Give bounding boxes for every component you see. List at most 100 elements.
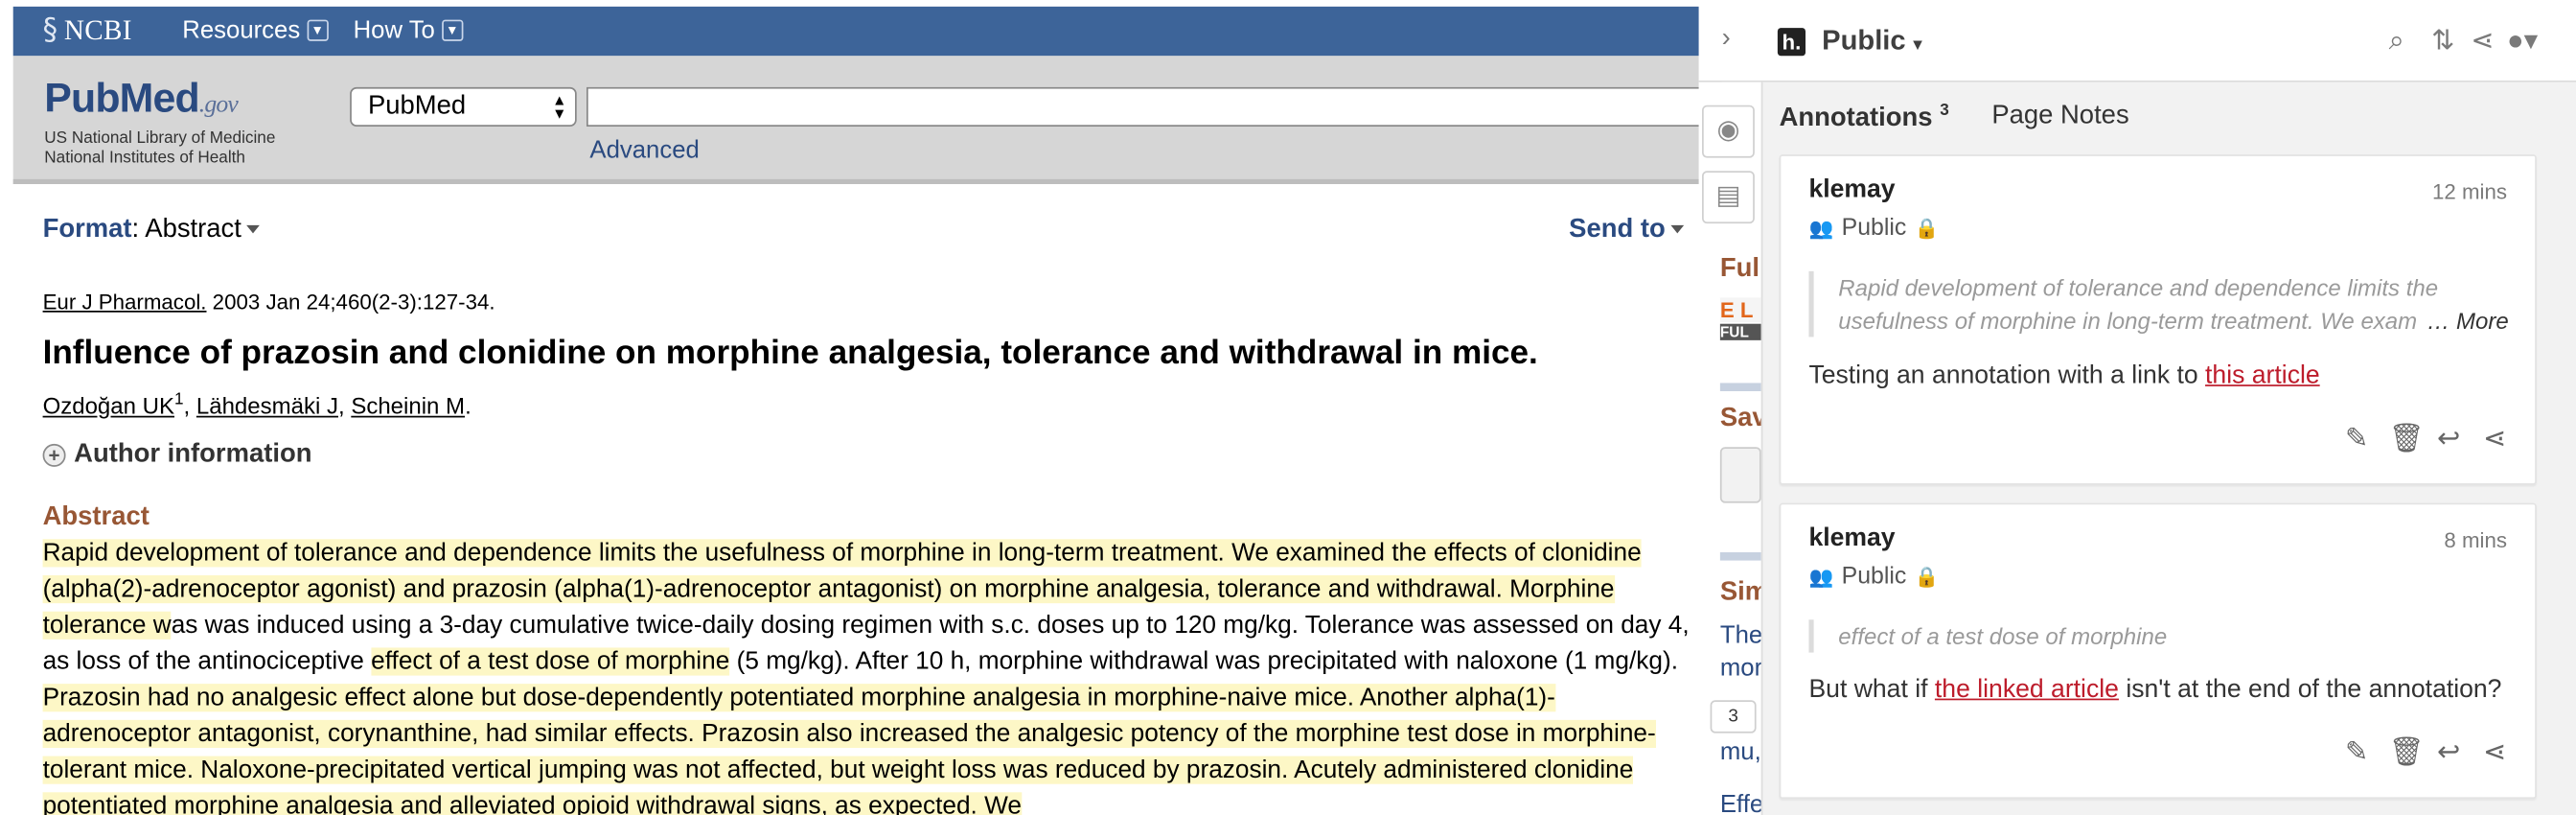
logo-med: Med (119, 75, 200, 122)
highlighted-text[interactable]: Prazosin had no analgesic effect alone b… (42, 684, 1656, 815)
affiliation-marker[interactable]: 1 (174, 391, 184, 409)
annotation-body: But what if the linked article isn't at … (1808, 676, 2501, 706)
annotation-card[interactable]: klemay 12 mins 👥 Public 🔒 Rapid developm… (1779, 154, 2537, 485)
annotation-actions: ✎ 🗑 ↩ ⋖ (2343, 736, 2509, 769)
save-button-peek[interactable] (1719, 447, 1761, 503)
chevron-down-icon: ▼ (441, 19, 464, 41)
annotation-bucket-badge[interactable]: 3 (1710, 700, 1757, 734)
privacy-label: Public (1841, 564, 1907, 591)
delete-icon[interactable]: 🗑 (2389, 736, 2425, 769)
expand-plus-icon: + (42, 443, 66, 467)
similar-item-peek[interactable]: The (1720, 621, 1761, 649)
quote-more-link[interactable]: … More (2420, 304, 2509, 338)
reply-icon[interactable]: ↩ (2435, 736, 2463, 769)
annotation-body-text: isn't at the end of the annotation? (2118, 675, 2502, 704)
nlm-caption: US National Library of Medicine National… (44, 129, 373, 169)
highlighted-text[interactable]: effect of a test dose of morphine (371, 647, 730, 676)
author-link[interactable]: Ozdoğan UK (43, 392, 174, 418)
section-divider (1719, 552, 1761, 561)
annotation-card[interactable]: klemay 8 mins 👥 Public 🔒 effect of a tes… (1779, 502, 2537, 800)
annotation-quote: effect of a test dose of morphine (1808, 619, 2512, 653)
collapse-sidebar-icon[interactable]: › (1722, 25, 1731, 55)
send-to-menu[interactable]: Send to (1569, 215, 1684, 245)
annotation-link[interactable]: this article (2205, 361, 2320, 389)
edit-icon[interactable]: ✎ (2343, 423, 2371, 455)
annotation-user[interactable]: klemay (1808, 175, 1895, 205)
search-input[interactable] (586, 86, 1737, 128)
stage: § NCBI Resources ▼ How To ▼ PubMed.gov U… (0, 0, 2576, 815)
quote-text: effect of a test dose of morphine (1838, 622, 2168, 650)
quote-text: Rapid development of tolerance and depen… (1838, 274, 2439, 335)
database-select-value: PubMed (368, 92, 467, 121)
group-icon: 👥 (1808, 217, 1834, 241)
similar-item-peek[interactable]: mor (1720, 654, 1761, 682)
caret-down-icon: ▾ (1913, 35, 1922, 55)
author-link[interactable]: Lähdesmäki J (196, 392, 338, 418)
user-icon[interactable]: ●▾ (2507, 25, 2538, 58)
group-name: Public (1822, 24, 1906, 57)
annotation-user[interactable]: klemay (1808, 524, 1895, 554)
chevron-down-icon: ▼ (307, 19, 329, 41)
page-margin (0, 0, 13, 815)
format-selector[interactable]: Format: Abstract (43, 216, 260, 245)
share-icon[interactable]: ⋖ (2481, 423, 2509, 455)
how-to-menu-label: How To (353, 16, 435, 45)
sort-icon[interactable]: ⇅ (2431, 25, 2454, 58)
abstract-text: Rapid development of tolerance and depen… (42, 536, 1702, 815)
tab-page-notes[interactable]: Page Notes (1991, 102, 2128, 133)
database-select[interactable]: PubMed ▲ ▼ (350, 86, 577, 128)
header-divider (12, 178, 1722, 185)
search-icon[interactable]: ⌕ (2389, 25, 2404, 58)
annotation-body: Testing an annotation with a link to thi… (1808, 361, 2319, 391)
author-information-toggle[interactable]: + Author information (42, 440, 312, 470)
pubmed-logo[interactable]: PubMed.gov US National Library of Medici… (44, 75, 275, 168)
how-to-menu[interactable]: How To ▼ (353, 16, 464, 45)
annotation-actions: ✎ 🗑 ↩ ⋖ (2343, 423, 2509, 455)
annotation-timestamp[interactable]: 12 mins (2432, 179, 2507, 204)
eye-icon[interactable]: ◉ (1702, 105, 1755, 158)
logo-gov: .gov (198, 92, 239, 119)
tab-annotations-label: Annotations (1779, 104, 1933, 132)
delete-icon[interactable]: 🗑 (2389, 423, 2425, 455)
edit-icon[interactable]: ✎ (2343, 736, 2371, 769)
logo-pub: Pub (44, 75, 120, 122)
save-heading-peek: Save (1719, 404, 1761, 432)
abstract-segment: (5 mg/kg). After 10 h, morphine withdraw… (729, 647, 1678, 676)
annotations-panel: Annotations 3 Page Notes klemay 12 mins … (1760, 82, 2576, 815)
similar-item-peek[interactable]: mu, (1720, 738, 1761, 766)
resources-menu-label: Resources (182, 16, 301, 45)
send-to-label: Send to (1569, 215, 1666, 244)
format-value: Abstract (145, 215, 242, 244)
page-note-icon[interactable]: ▤ (1702, 171, 1755, 224)
caret-down-icon (246, 225, 260, 234)
share-icon[interactable]: ⋖ (2481, 736, 2509, 769)
sidebar-tabs: Annotations 3 Page Notes (1780, 102, 2129, 133)
author-separator: , (337, 392, 352, 419)
group-selector[interactable]: Public ▾ (1822, 25, 1921, 58)
privacy-label: Public (1841, 215, 1907, 243)
journal-link[interactable]: Eur J Pharmacol. (43, 290, 207, 314)
similar-item-peek[interactable]: Effe (1720, 791, 1761, 815)
citation: Eur J Pharmacol. 2003 Jan 24;460(2-3):12… (43, 290, 495, 314)
nlm-line-2: National Institutes of Health (44, 150, 245, 168)
elsevier-logo-peek[interactable]: E L (1719, 297, 1761, 323)
author-link[interactable]: Scheinin M (351, 392, 465, 418)
hypothesis-top-bar: › h. Public ▾ ⌕ ⇅ ⋖ ●▾ (1698, 0, 2576, 82)
annotation-body-text: But what if (1808, 675, 1935, 704)
resources-menu[interactable]: Resources ▼ (182, 16, 329, 45)
annotation-link[interactable]: the linked article (1935, 676, 2119, 704)
citation-details: 2003 Jan 24;460(2-3):127-34. (206, 289, 495, 314)
full-text-badge-peek[interactable]: FUL (1719, 323, 1761, 340)
share-icon[interactable]: ⋖ (2471, 25, 2494, 58)
reply-icon[interactable]: ↩ (2435, 423, 2463, 455)
advanced-search-link[interactable]: Advanced (589, 136, 699, 164)
hypothesis-logo-icon[interactable]: h. (1777, 28, 1806, 57)
ncbi-logo[interactable]: § NCBI (43, 13, 132, 50)
ncbi-top-bar: § NCBI Resources ▼ How To ▼ (12, 6, 1722, 57)
section-divider (1719, 383, 1761, 392)
annotation-timestamp[interactable]: 8 mins (2444, 527, 2507, 552)
caret-down-icon (1669, 225, 1684, 234)
lock-icon: 🔒 (1914, 565, 1940, 589)
tab-annotations[interactable]: Annotations 3 (1780, 102, 1949, 133)
annotation-quote: Rapid development of tolerance and depen… (1808, 270, 2512, 338)
